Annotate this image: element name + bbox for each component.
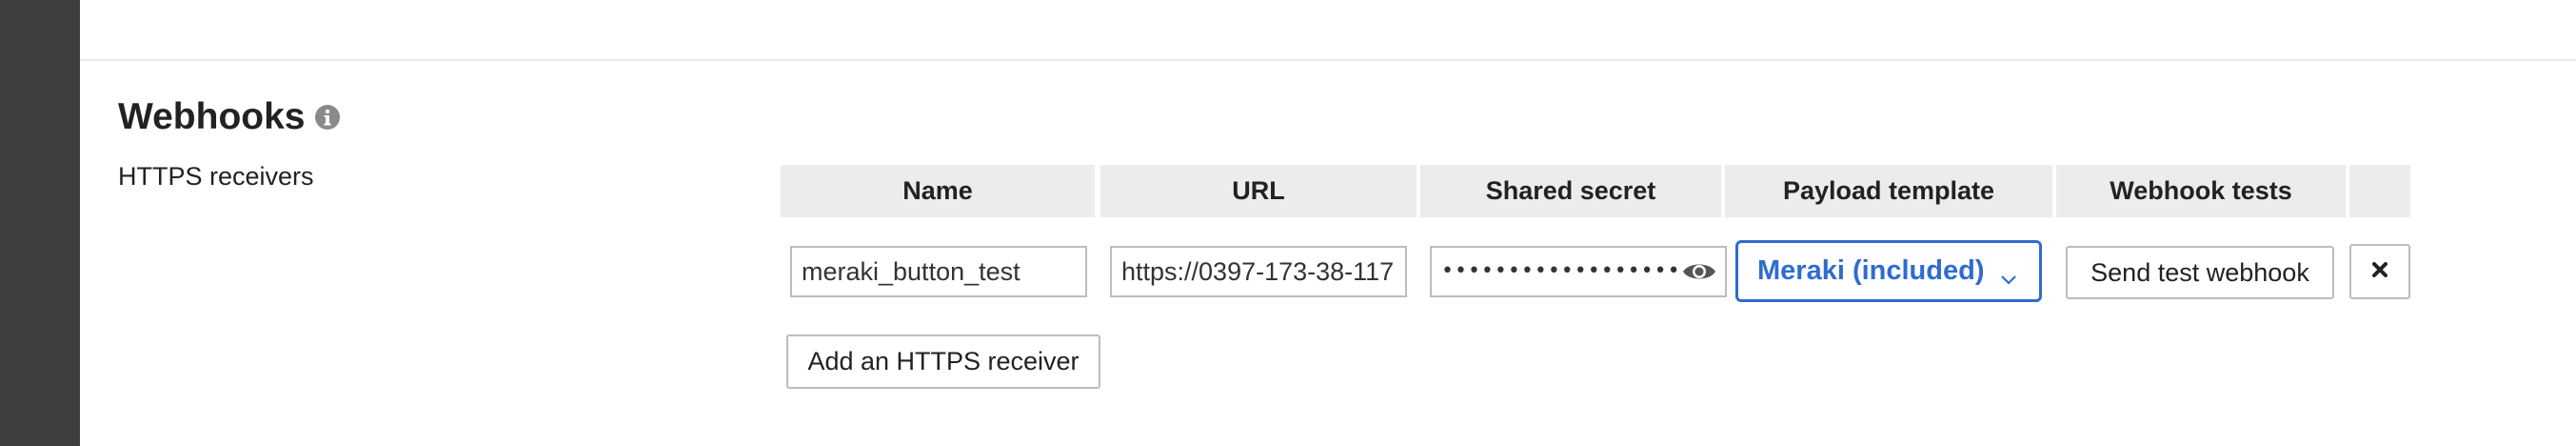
send-test-webhook-button[interactable]: Send test webhook [2066, 246, 2334, 299]
close-icon [2370, 260, 2389, 284]
info-icon[interactable] [314, 104, 341, 131]
webhooks-section-title: Webhooks [118, 93, 341, 141]
webhook-name-input[interactable] [790, 246, 1087, 297]
column-header-shared-secret: Shared secret [1420, 165, 1721, 217]
column-header-webhook-tests: Webhook tests [2056, 165, 2346, 217]
column-header-actions [2349, 165, 2410, 217]
add-https-receiver-button[interactable]: Add an HTTPS receiver [786, 334, 1100, 389]
column-header-url: URL [1100, 165, 1417, 217]
chevron-down-icon [2000, 262, 2017, 285]
column-header-name: Name [781, 165, 1095, 217]
remove-receiver-button[interactable] [2349, 244, 2410, 299]
section-title-text: Webhooks [118, 96, 306, 137]
section-divider [80, 59, 2576, 61]
webhook-url-input[interactable] [1110, 246, 1407, 297]
eye-icon[interactable] [1681, 259, 1717, 284]
payload-template-select[interactable]: Meraki (included) [1735, 240, 2042, 302]
https-receivers-label: HTTPS receivers [118, 162, 314, 191]
column-header-payload-template: Payload template [1725, 165, 2052, 217]
left-navigation-rail [0, 0, 80, 446]
shared-secret-masked-value: •••••••••••••••••••• [1441, 259, 1708, 283]
payload-template-value: Meraki (included) [1757, 255, 1985, 286]
shared-secret-field[interactable]: •••••••••••••••••••• [1430, 246, 1727, 297]
